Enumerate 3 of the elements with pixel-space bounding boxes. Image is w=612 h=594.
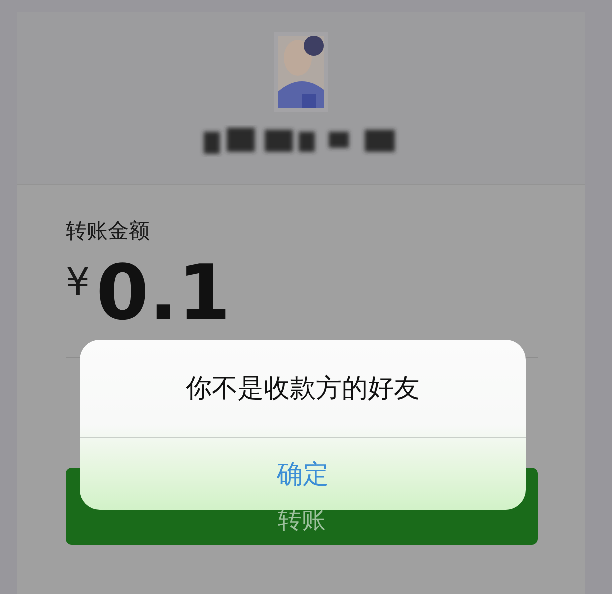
amount-label: 转账金额: [66, 218, 151, 245]
alert-message: 你不是收款方的好友: [80, 340, 526, 438]
currency-symbol: ¥: [66, 263, 90, 301]
